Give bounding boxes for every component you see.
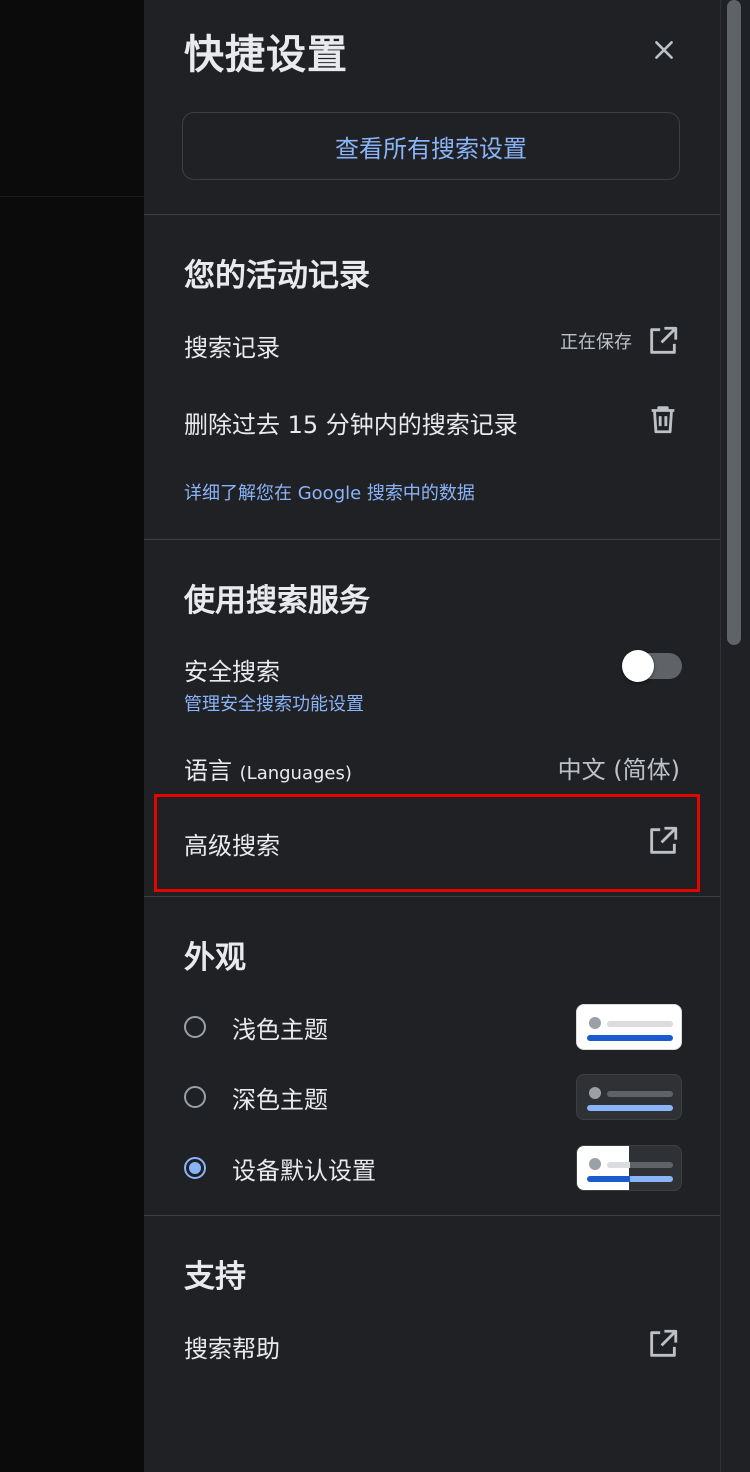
highlight-box xyxy=(154,794,700,892)
appearance-heading: 外观 xyxy=(184,940,246,976)
radio-button[interactable] xyxy=(184,1086,206,1108)
theme-option-device-default[interactable]: 设备默认设置 xyxy=(182,1143,682,1193)
light-theme-preview xyxy=(576,1004,682,1050)
scrollbar-thumb[interactable] xyxy=(727,0,741,645)
divider xyxy=(144,214,720,215)
open-in-new-icon xyxy=(650,326,678,354)
safesearch-manage-link[interactable]: 管理安全搜索功能设置 xyxy=(184,690,364,716)
trash-icon xyxy=(651,406,675,434)
radio-button[interactable] xyxy=(184,1016,206,1038)
language-label: 语言 xyxy=(184,757,232,785)
language-value[interactable]: 中文 (简体) xyxy=(558,750,680,785)
see-all-settings-button[interactable]: 查看所有搜索设置 xyxy=(182,112,680,180)
search-history-open-button[interactable] xyxy=(646,324,680,358)
search-help-controls xyxy=(646,1327,680,1361)
search-help-label[interactable]: 搜索帮助 xyxy=(184,1329,280,1364)
toggle-knob xyxy=(622,650,654,682)
safesearch-toggle[interactable] xyxy=(622,650,682,682)
theme-option-label: 深色主题 xyxy=(232,1085,328,1114)
background-divider xyxy=(0,196,144,197)
search-history-controls: 正在保存 xyxy=(560,324,680,358)
dark-theme-preview xyxy=(576,1074,682,1120)
delete-last-15-label[interactable]: 删除过去 15 分钟内的搜索记录 xyxy=(184,405,518,440)
panel-title: 快捷设置 xyxy=(184,32,348,78)
close-button[interactable] xyxy=(642,28,686,72)
theme-option-label: 设备默认设置 xyxy=(232,1156,376,1185)
delete-button[interactable] xyxy=(646,402,680,436)
search-history-label[interactable]: 搜索记录 xyxy=(184,328,280,363)
theme-option-light[interactable]: 浅色主题 xyxy=(182,1002,682,1052)
search-history-status: 正在保存 xyxy=(560,332,632,353)
theme-option-label: 浅色主题 xyxy=(232,1015,328,1044)
open-in-new-icon xyxy=(650,1329,678,1357)
theme-option-dark[interactable]: 深色主题 xyxy=(182,1072,682,1122)
search-help-open-button[interactable] xyxy=(646,1327,680,1361)
language-row[interactable]: 语言 (Languages) xyxy=(184,751,352,786)
device-default-theme-preview xyxy=(576,1145,682,1191)
delete-controls xyxy=(646,402,680,436)
support-heading: 支持 xyxy=(184,1259,246,1295)
divider xyxy=(144,539,720,540)
divider xyxy=(144,1215,720,1216)
learn-more-link[interactable]: 详细了解您在 Google 搜索中的数据 xyxy=(184,479,475,505)
activity-heading: 您的活动记录 xyxy=(184,258,370,294)
close-icon xyxy=(655,41,673,59)
radio-button-selected[interactable] xyxy=(184,1157,206,1179)
quick-settings-panel: 快捷设置 查看所有搜索设置 您的活动记录 搜索记录 正在保存 删除过去 15 分… xyxy=(144,0,720,1472)
divider xyxy=(144,896,720,897)
search-services-heading: 使用搜索服务 xyxy=(184,583,370,619)
safesearch-label[interactable]: 安全搜索 xyxy=(184,652,280,687)
language-label-en: (Languages) xyxy=(239,763,352,784)
background-page xyxy=(0,0,144,1472)
